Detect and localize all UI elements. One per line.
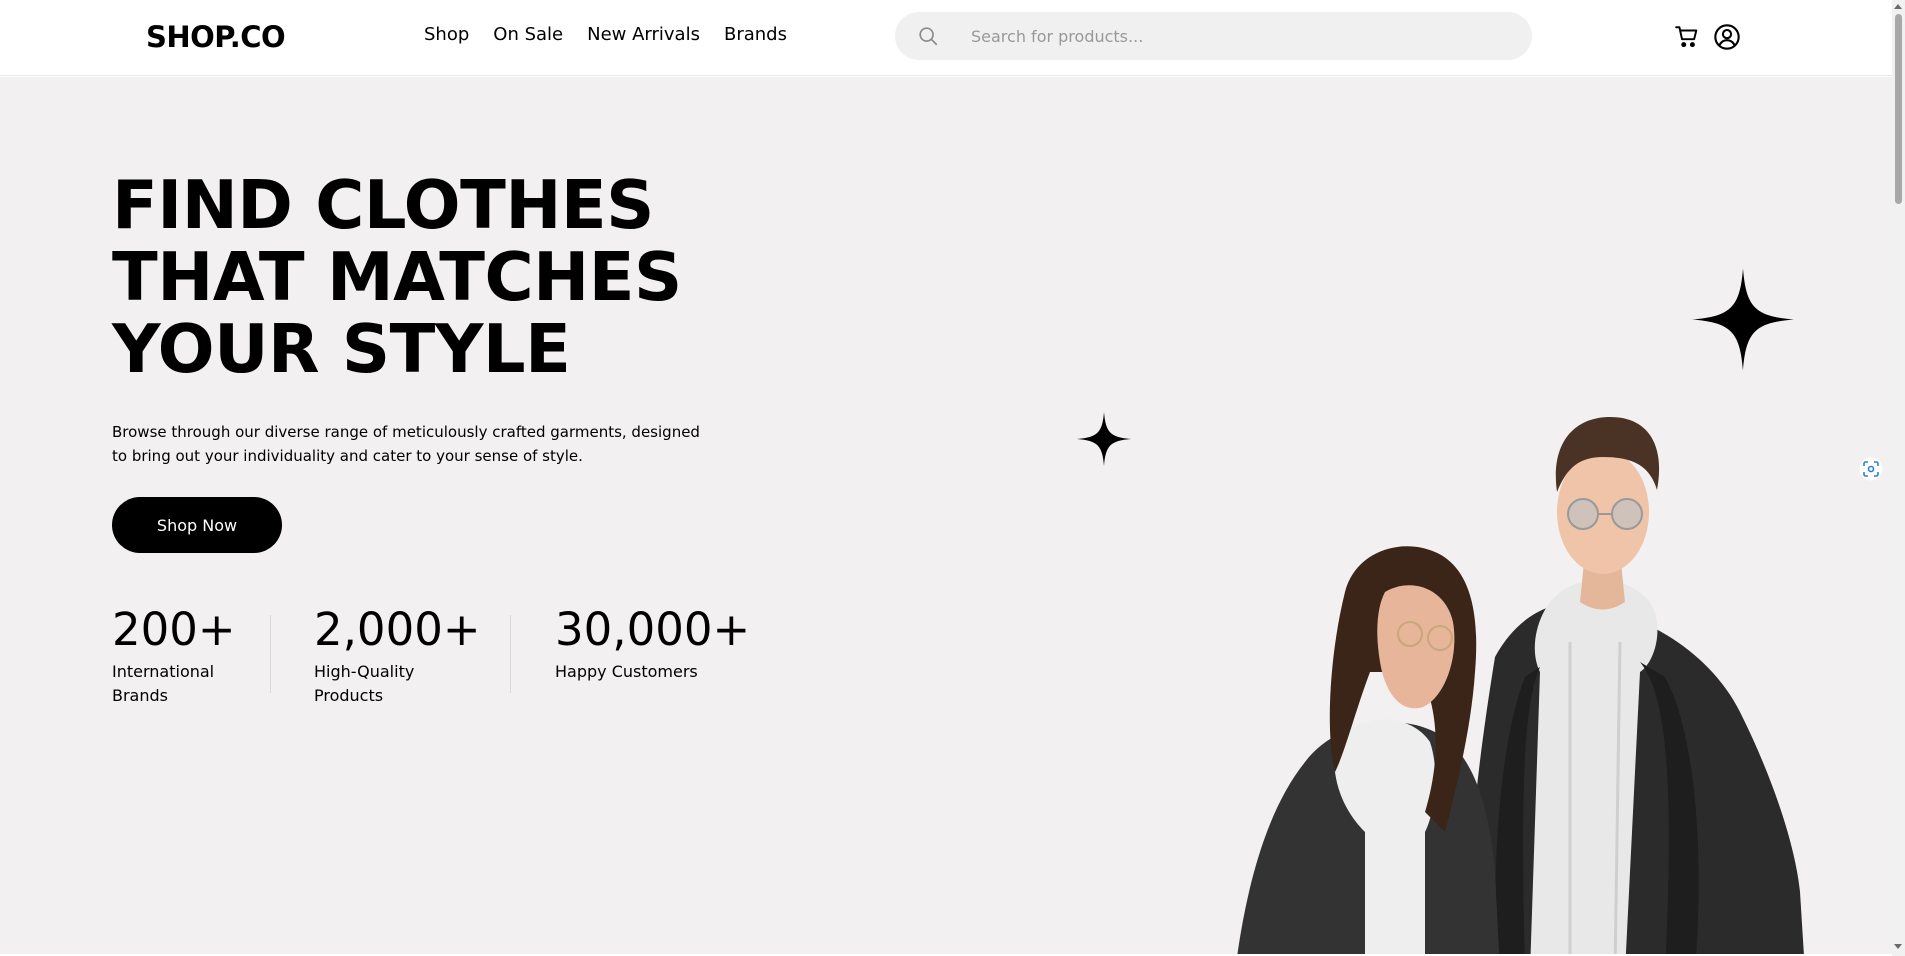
shop-now-button[interactable]: Shop Now [112, 497, 282, 553]
hero-model-image [1237, 417, 1804, 954]
stat-divider [510, 615, 511, 693]
sparkle-star-small [1077, 412, 1131, 466]
stat-divider [270, 615, 271, 693]
search-input[interactable] [971, 12, 1511, 60]
stat-label: High-Quality Products [314, 662, 415, 705]
hero-headline: FIND CLOTHES THAT MATCHES YOUR STYLE [112, 169, 682, 385]
cart-icon[interactable] [1674, 24, 1700, 50]
hero-description: Browse through our diverse range of meti… [112, 423, 700, 465]
scroll-up-arrow-icon[interactable] [1894, 4, 1902, 9]
user-icon[interactable] [1713, 23, 1741, 51]
stat-brands: 200+ International Brands [112, 602, 236, 708]
search-icon [919, 27, 938, 46]
scroll-thumb[interactable] [1895, 14, 1902, 204]
stat-value: 200+ [112, 603, 236, 656]
stat-value: 30,000+ [555, 603, 751, 656]
search-bar [895, 12, 1532, 60]
stat-label: International Brands [112, 662, 215, 705]
scroll-down-arrow-icon[interactable] [1894, 944, 1902, 949]
vertical-scrollbar[interactable] [1892, 0, 1905, 956]
stat-customers: 30,000+ Happy Customers [555, 602, 775, 684]
site-header: SHOP.CO Shop On Sale New Arrivals Brands [0, 0, 1892, 76]
stat-products: 2,000+ High-Quality Products [314, 602, 481, 708]
hero-section: FIND CLOTHES THAT MATCHES YOUR STYLE Bro… [0, 77, 1892, 954]
stat-value: 2,000+ [314, 603, 481, 656]
screen-capture-icon[interactable] [1859, 457, 1883, 481]
headline-line: FIND CLOTHES [112, 166, 654, 244]
nav-new-arrivals[interactable]: New Arrivals [587, 24, 700, 45]
headline-line: THAT MATCHES [112, 238, 682, 316]
main-nav: Shop On Sale New Arrivals Brands [424, 24, 787, 45]
nav-on-sale[interactable]: On Sale [493, 24, 563, 45]
sparkle-star-large [1692, 268, 1794, 371]
logo[interactable]: SHOP.CO [146, 20, 286, 54]
nav-brands[interactable]: Brands [724, 24, 787, 45]
nav-shop[interactable]: Shop [424, 24, 469, 45]
stat-label: Happy Customers [555, 662, 698, 681]
headline-line: YOUR STYLE [112, 310, 571, 388]
